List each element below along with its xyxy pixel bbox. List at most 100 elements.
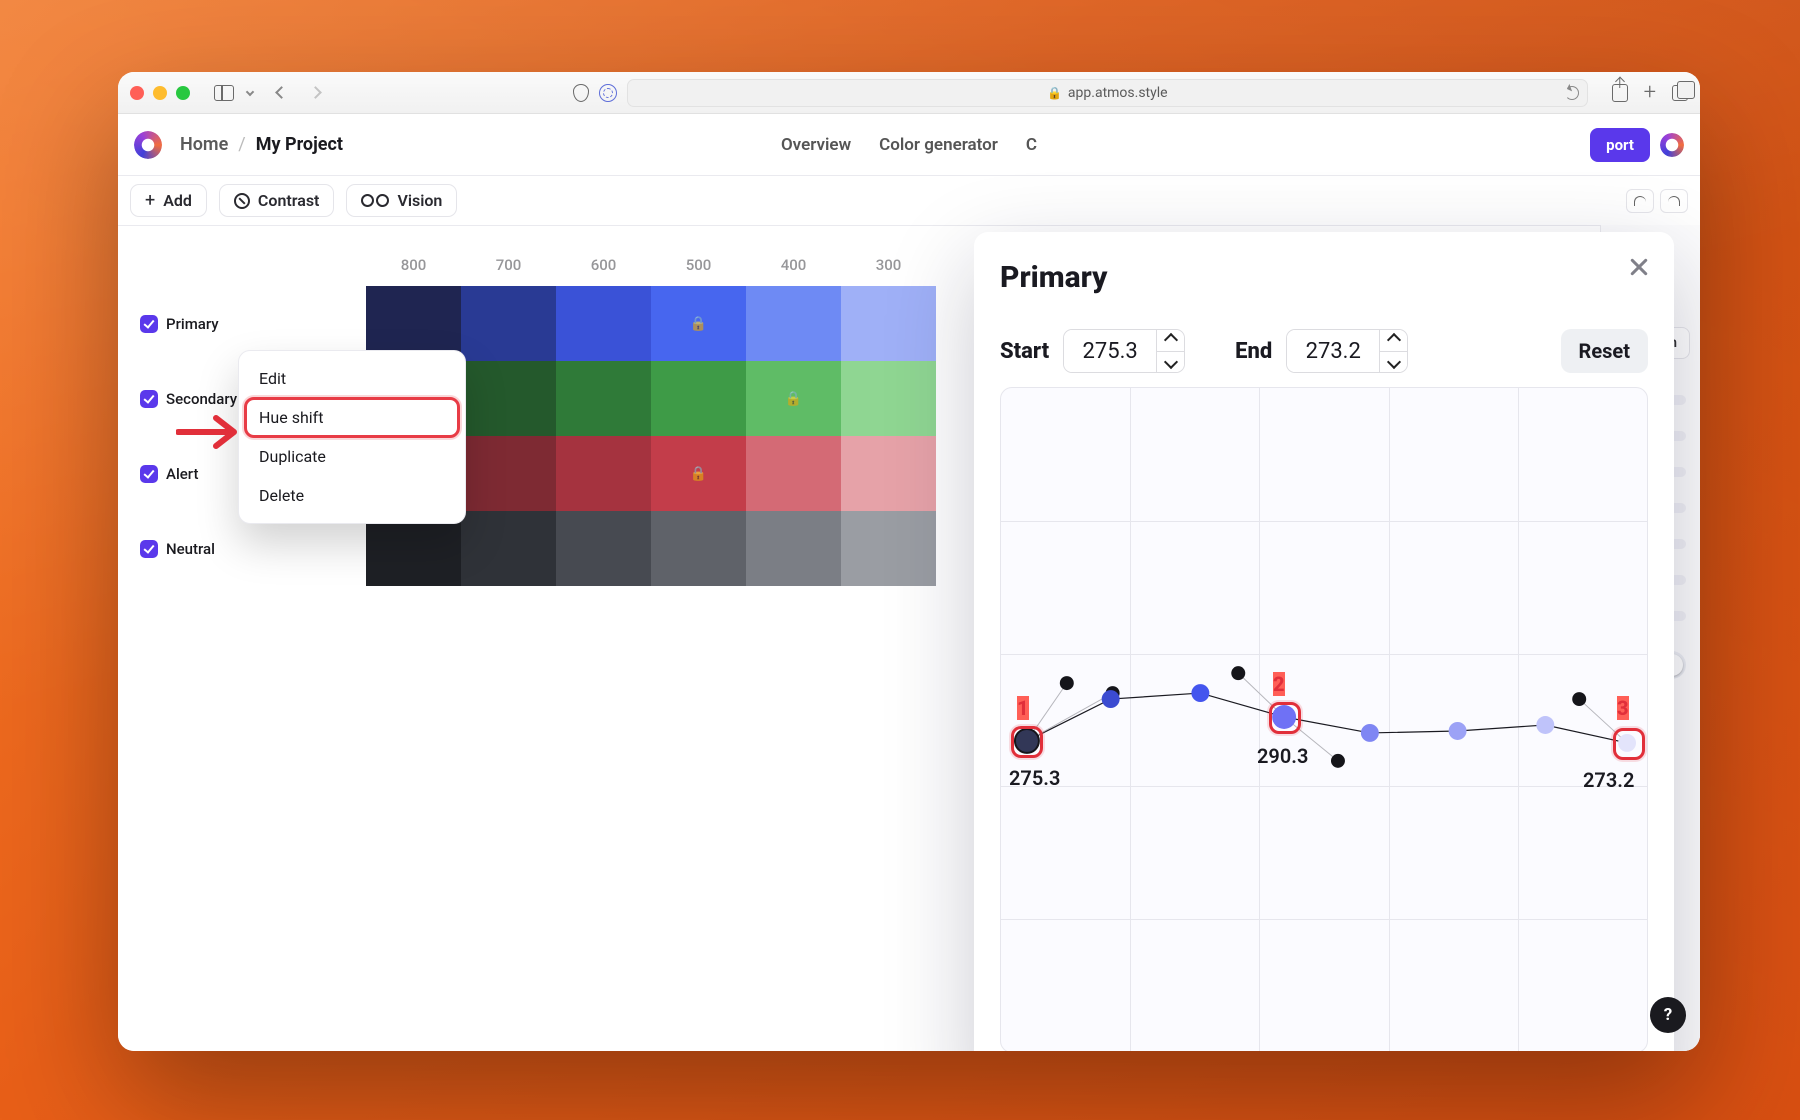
end-step-down[interactable] bbox=[1380, 351, 1407, 373]
marker-label-1: 1 bbox=[1017, 696, 1029, 720]
swatch-cell[interactable] bbox=[746, 511, 841, 586]
marker-label-3: 3 bbox=[1617, 696, 1629, 720]
lock-icon bbox=[1047, 85, 1068, 101]
swatch-cell[interactable] bbox=[841, 436, 936, 511]
undo-button[interactable] bbox=[1626, 189, 1654, 213]
row-name[interactable]: Primary bbox=[118, 315, 366, 333]
swatch-cell[interactable] bbox=[841, 286, 936, 361]
tracker-radar-icon[interactable] bbox=[599, 84, 617, 102]
swatch-cell[interactable] bbox=[556, 511, 651, 586]
minimize-window-button[interactable] bbox=[153, 86, 167, 100]
app-toolbar: + Add Contrast Vision bbox=[118, 176, 1700, 226]
context-menu-item[interactable]: Edit bbox=[245, 359, 459, 398]
breadcrumb: Home / My Project bbox=[180, 134, 343, 155]
lock-icon bbox=[785, 391, 802, 407]
header-tabs: Overview Color generator C bbox=[781, 135, 1037, 155]
back-button[interactable] bbox=[267, 81, 295, 105]
export-label: port bbox=[1606, 136, 1634, 154]
breadcrumb-project[interactable]: My Project bbox=[256, 134, 343, 155]
traffic-lights bbox=[130, 86, 190, 100]
marker-3[interactable] bbox=[1613, 728, 1645, 760]
close-icon[interactable] bbox=[1628, 256, 1650, 278]
swatch-cell[interactable] bbox=[461, 286, 556, 361]
mid-value: 290.3 bbox=[1257, 744, 1308, 768]
swatch-cell[interactable] bbox=[556, 361, 651, 436]
close-window-button[interactable] bbox=[130, 86, 144, 100]
shade-label: 400 bbox=[746, 256, 841, 274]
context-menu-item[interactable]: Delete bbox=[245, 476, 459, 515]
swatch-cell[interactable] bbox=[556, 436, 651, 511]
end-step-up[interactable] bbox=[1380, 330, 1407, 351]
end-value: 273.2 bbox=[1287, 330, 1379, 372]
tab-truncated[interactable]: C bbox=[1026, 135, 1037, 155]
swatch-cell[interactable] bbox=[461, 436, 556, 511]
user-avatar-icon[interactable] bbox=[1660, 133, 1684, 157]
end-label: End bbox=[1235, 339, 1272, 364]
help-button[interactable]: ? bbox=[1650, 997, 1686, 1033]
end-input[interactable]: 273.2 bbox=[1286, 329, 1408, 373]
checkbox[interactable] bbox=[140, 390, 158, 408]
hue-chart[interactable]: 1 275.3 2 290.3 3 273.2 bbox=[1000, 387, 1648, 1051]
zoom-window-button[interactable] bbox=[176, 86, 190, 100]
swatch-cell[interactable] bbox=[841, 511, 936, 586]
url-text: app.atmos.style bbox=[1068, 85, 1168, 101]
row-name[interactable]: Neutral bbox=[118, 540, 366, 558]
tab-overview-icon[interactable] bbox=[1672, 84, 1688, 102]
app-root: Home / My Project Overview Color generat… bbox=[118, 114, 1700, 1051]
contrast-icon bbox=[234, 193, 250, 209]
undo-icon bbox=[1634, 196, 1646, 206]
swatch-cell[interactable] bbox=[556, 286, 651, 361]
export-button[interactable]: port bbox=[1590, 128, 1650, 162]
add-button[interactable]: + Add bbox=[130, 184, 207, 217]
swatch-cell[interactable] bbox=[651, 511, 746, 586]
atmos-logo-icon[interactable] bbox=[134, 131, 162, 159]
vision-button[interactable]: Vision bbox=[346, 184, 457, 217]
context-menu-item[interactable]: Duplicate bbox=[245, 437, 459, 476]
lock-icon bbox=[690, 316, 707, 332]
shade-label: 600 bbox=[556, 256, 651, 274]
share-icon[interactable] bbox=[1612, 84, 1628, 102]
checkbox[interactable] bbox=[140, 540, 158, 558]
swatch-cell[interactable] bbox=[461, 361, 556, 436]
swatch-cell[interactable] bbox=[746, 436, 841, 511]
start-input[interactable]: 275.3 bbox=[1063, 329, 1185, 373]
checkbox[interactable] bbox=[140, 465, 158, 483]
shade-label: 800 bbox=[366, 256, 461, 274]
marker-label-2: 2 bbox=[1273, 672, 1285, 696]
checkbox[interactable] bbox=[140, 315, 158, 333]
new-tab-icon[interactable]: + bbox=[1644, 84, 1656, 102]
right-value: 273.2 bbox=[1583, 768, 1634, 792]
add-label: Add bbox=[163, 191, 192, 210]
address-bar[interactable]: app.atmos.style bbox=[627, 79, 1588, 107]
start-value: 275.3 bbox=[1064, 330, 1156, 372]
sidebar-chevron-down-icon[interactable] bbox=[244, 81, 253, 105]
swatch-cell[interactable] bbox=[651, 286, 746, 361]
swatch-cell[interactable] bbox=[651, 436, 746, 511]
highlight-ring bbox=[244, 397, 460, 438]
privacy-shield-icon[interactable] bbox=[573, 84, 589, 102]
swatch-cell[interactable] bbox=[746, 361, 841, 436]
shade-label: 500 bbox=[651, 256, 746, 274]
swatch-cell[interactable] bbox=[461, 511, 556, 586]
redo-button[interactable] bbox=[1660, 189, 1688, 213]
marker-1[interactable] bbox=[1011, 726, 1043, 758]
browser-window: app.atmos.style + Home / My Project Over… bbox=[118, 72, 1700, 1051]
contrast-button[interactable]: Contrast bbox=[219, 184, 335, 217]
breadcrumb-separator: / bbox=[238, 134, 245, 155]
breadcrumb-home[interactable]: Home bbox=[180, 134, 228, 155]
annotation-arrow-icon bbox=[176, 412, 238, 452]
refresh-icon[interactable] bbox=[1565, 86, 1579, 100]
start-step-down[interactable] bbox=[1157, 351, 1184, 373]
reset-button[interactable]: Reset bbox=[1561, 329, 1648, 373]
context-menu-item[interactable]: Hue shift bbox=[245, 398, 459, 437]
start-step-up[interactable] bbox=[1157, 330, 1184, 351]
sidebar-toggle-icon[interactable] bbox=[210, 81, 238, 105]
tab-overview[interactable]: Overview bbox=[781, 135, 851, 155]
left-value: 275.3 bbox=[1009, 766, 1060, 790]
swatch-cell[interactable] bbox=[651, 361, 746, 436]
shade-label: 300 bbox=[841, 256, 936, 274]
marker-2[interactable] bbox=[1269, 702, 1301, 734]
tab-generator[interactable]: Color generator bbox=[879, 135, 998, 155]
swatch-cell[interactable] bbox=[746, 286, 841, 361]
swatch-cell[interactable] bbox=[841, 361, 936, 436]
